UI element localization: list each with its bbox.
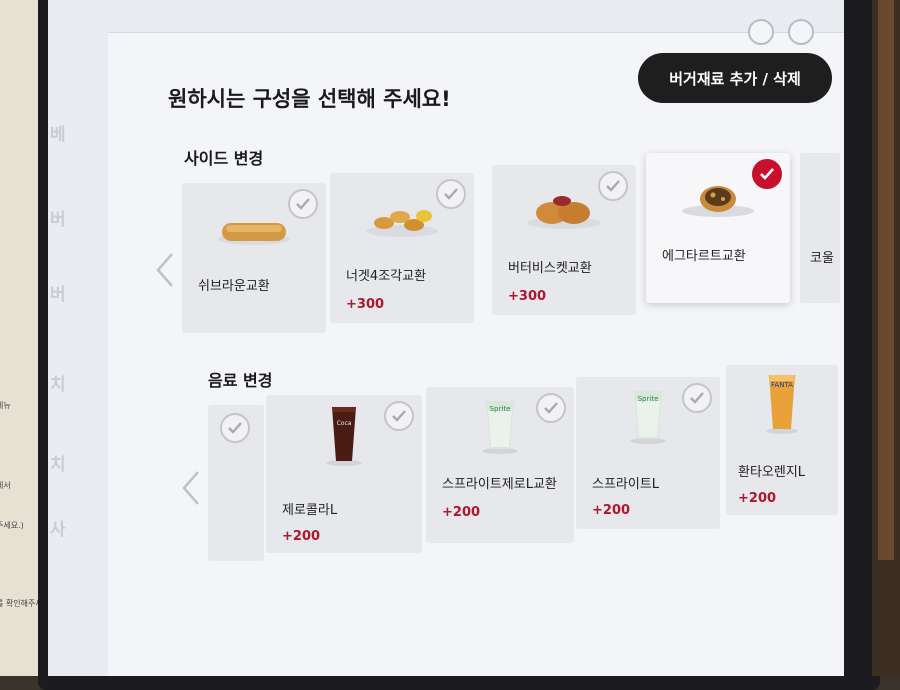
paper-note: 제뉴 [0, 401, 11, 410]
drink-option-price: +200 [442, 505, 481, 520]
drink-option-name: 스프라이트제로L교환 [442, 477, 557, 492]
sprite-zero-cup-icon: Sprite [482, 401, 518, 454]
side-option-card[interactable]: 쉬브라운교환 [182, 183, 326, 333]
hash-brown-icon [218, 223, 290, 245]
drink-prev-arrow[interactable] [180, 469, 202, 511]
nuggets-icon [366, 210, 438, 237]
background-menu-glyph: 사 [50, 520, 66, 540]
drink-option-card[interactable]: Coca 제로콜라L +200 [266, 395, 422, 553]
side-option-name: 에그타르트교환 [662, 249, 746, 264]
checkmark-icon [220, 413, 250, 443]
checkmark-icon [752, 159, 782, 189]
side-option-name: 너겟4조각교환 [346, 269, 427, 284]
drink-section-label: 음료 변경 [208, 371, 273, 390]
checkmark-icon [288, 189, 318, 219]
paper-note: 주세요.) [0, 521, 24, 530]
drink-option-name: 환타오렌지L [738, 465, 806, 480]
cola-cup-icon: Coca [326, 407, 362, 466]
checkmark-icon [682, 383, 712, 413]
option-panel: 원하시는 구성을 선택해 주세요! 버거재료 추가 / 삭제 사이드 변경 쉬브… [108, 19, 844, 676]
background-menu-glyph: 버 [50, 210, 66, 230]
svg-text:Sprite: Sprite [490, 405, 511, 413]
drink-option-name: 스프라이트L [592, 477, 660, 492]
egg-tart-icon [682, 186, 754, 217]
fanta-cup-icon: FANTA [766, 375, 798, 434]
side-option-name: 버터비스켓교환 [508, 261, 592, 276]
side-option-name: 쉬브라운교환 [198, 279, 270, 294]
drink-option-card[interactable]: FANTA 환타오렌지L +200 [726, 365, 838, 515]
side-option-name: 코울 [810, 251, 834, 266]
side-option-card[interactable]: 너겟4조각교환 +300 [330, 173, 474, 323]
drink-option-price: +200 [738, 491, 777, 506]
drink-option-card[interactable]: Sprite 스프라이트제로L교환 +200 [426, 387, 574, 543]
side-option-card-selected[interactable]: 에그타르트교환 [646, 153, 790, 303]
side-option-price: +300 [508, 289, 547, 304]
biscuit-icon [528, 196, 600, 229]
paper-note: 에서 [0, 481, 11, 490]
sprite-cup-icon: Sprite [630, 391, 666, 444]
kiosk-screen: 베 버 버 치 치 사 원하시는 구성을 선택해 주세요! 버거재료 추가 / … [48, 0, 844, 676]
wood-strip [878, 0, 894, 560]
background-menu-glyph: 치 [50, 375, 66, 395]
drink-option-price: +200 [592, 503, 631, 518]
page-title: 원하시는 구성을 선택해 주세요! [168, 87, 451, 111]
side-option-price: +300 [346, 297, 385, 312]
side-option-card[interactable]: 버터비스켓교환 +300 [492, 165, 636, 315]
svg-text:Coca: Coca [337, 420, 352, 427]
background-wall [872, 0, 900, 676]
side-prev-arrow[interactable] [154, 251, 176, 293]
drink-option-card[interactable]: Sprite 스프라이트L +200 [576, 377, 720, 529]
chevron-left-icon [156, 253, 173, 287]
side-option-card[interactable]: 코울 [800, 153, 840, 303]
side-section-label: 사이드 변경 [184, 149, 264, 168]
svg-text:Sprite: Sprite [638, 395, 659, 403]
drink-option-name: 제로콜라L [282, 503, 338, 518]
info-icon[interactable] [748, 19, 774, 45]
checkmark-icon [598, 171, 628, 201]
drink-option-price: +200 [282, 529, 321, 544]
checkmark-icon [536, 393, 566, 423]
close-icon[interactable] [788, 19, 814, 45]
edit-burger-ingredients-button[interactable]: 버거재료 추가 / 삭제 [638, 53, 832, 103]
drink-option-card[interactable] [208, 405, 264, 561]
background-menu-glyph: 버 [50, 285, 66, 305]
chevron-left-icon [182, 471, 199, 505]
checkmark-icon [436, 179, 466, 209]
background-menu-glyph: 베 [50, 125, 66, 145]
checkmark-icon [384, 401, 414, 431]
background-menu-glyph: 치 [50, 455, 66, 475]
svg-text:FANTA: FANTA [771, 381, 793, 389]
